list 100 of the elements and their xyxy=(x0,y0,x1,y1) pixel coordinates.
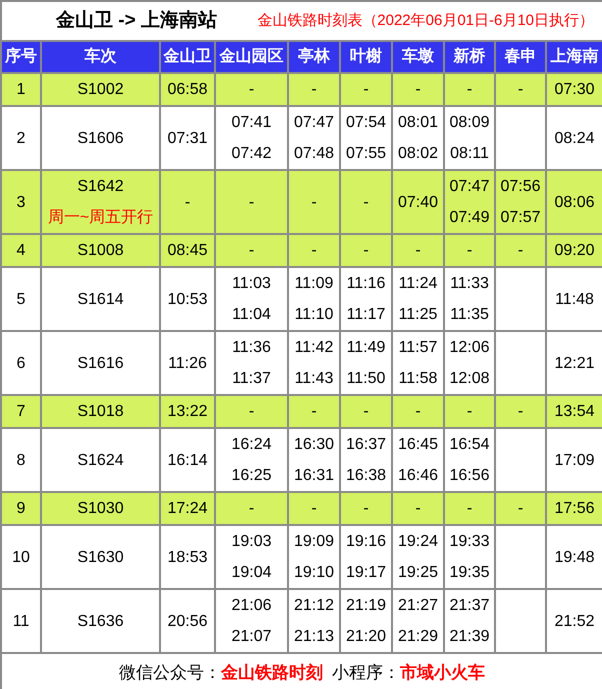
time-text: 18:53 xyxy=(167,548,208,568)
time-text: 16:30 xyxy=(294,435,334,455)
time-text: 07:57 xyxy=(500,208,541,228)
time-text: 08:11 xyxy=(450,144,489,164)
time-text: 11:58 xyxy=(398,369,438,389)
time-text: 21:13 xyxy=(294,627,334,647)
time-text: 16:54 xyxy=(449,435,490,455)
time-text: - xyxy=(415,402,421,422)
time-text: 11:33 xyxy=(450,274,489,294)
train-number: S1002 xyxy=(77,80,124,100)
timetable-subtitle: 金山铁路时刻表（2022年06月01日-6月10日执行） xyxy=(257,10,594,31)
time-text: - xyxy=(415,499,421,519)
time-text: - xyxy=(248,80,254,100)
time-text: 08:02 xyxy=(398,144,438,164)
time-text: 07:30 xyxy=(554,80,595,100)
train-number: S1642 xyxy=(77,177,124,197)
time-text: - xyxy=(363,241,369,261)
time-text: 09:20 xyxy=(554,241,595,261)
table-cell: 11 xyxy=(1,589,41,653)
time-text: 19:33 xyxy=(449,532,490,552)
time-text: - xyxy=(466,241,472,261)
time-text: - xyxy=(518,80,524,100)
time-text: 11:57 xyxy=(398,338,438,358)
time-text: 07:54 xyxy=(346,113,386,133)
time-text: 11:04 xyxy=(232,305,271,325)
train-number: S1630 xyxy=(77,548,124,568)
time-text: 11:17 xyxy=(346,305,386,325)
time-text: 11:49 xyxy=(346,338,386,358)
time-text: 07:31 xyxy=(167,128,208,148)
time-text: - xyxy=(363,192,369,212)
time-text: 11:35 xyxy=(450,305,489,325)
time-text: 07:41 xyxy=(231,113,272,133)
time-text: 07:55 xyxy=(346,144,386,164)
time-text: 11:36 xyxy=(232,338,271,358)
train-number: S1018 xyxy=(77,402,124,422)
time-text: - xyxy=(363,80,369,100)
time-text: 07:49 xyxy=(449,208,490,228)
time-text: 07:47 xyxy=(449,177,490,197)
time-text: 16:31 xyxy=(294,466,334,486)
train-number: S1008 xyxy=(77,241,124,261)
train-number: S1606 xyxy=(77,128,124,148)
time-text: 11:50 xyxy=(346,369,386,389)
time-text: 08:06 xyxy=(554,192,595,212)
time-text: 16:25 xyxy=(231,466,272,486)
time-text: - xyxy=(466,499,472,519)
time-text: 08:24 xyxy=(554,128,595,148)
time-text: - xyxy=(184,192,190,212)
time-text: 21:12 xyxy=(294,596,334,616)
time-text: 21:27 xyxy=(398,596,438,616)
time-text: 07:47 xyxy=(294,113,334,133)
time-text: - xyxy=(518,241,524,261)
time-text: - xyxy=(363,402,369,422)
time-text: 19:09 xyxy=(294,532,334,552)
time-text: 08:45 xyxy=(167,241,208,261)
time-text: - xyxy=(466,402,472,422)
time-text: - xyxy=(311,80,317,100)
time-text: - xyxy=(415,80,421,100)
time-text: - xyxy=(466,80,472,100)
time-text: 07:56 xyxy=(500,177,541,197)
time-text: 19:35 xyxy=(449,563,490,583)
time-text: 21:19 xyxy=(346,596,386,616)
time-text: - xyxy=(311,241,317,261)
time-text: 12:06 xyxy=(449,338,490,358)
time-text: 13:22 xyxy=(167,402,208,422)
time-text: 06:58 xyxy=(167,80,208,100)
time-text: 19:17 xyxy=(346,563,386,583)
time-text: 11:26 xyxy=(168,354,207,374)
time-text: 17:24 xyxy=(167,499,208,519)
time-text: - xyxy=(248,402,254,422)
time-text: 11:48 xyxy=(555,290,594,310)
time-text: - xyxy=(311,402,317,422)
time-text: 16:56 xyxy=(449,466,490,486)
time-text: 19:16 xyxy=(346,532,386,552)
train-number: S1030 xyxy=(77,499,124,519)
time-text: 21:20 xyxy=(346,627,386,647)
time-text: 08:01 xyxy=(398,113,438,133)
time-text: 16:24 xyxy=(231,435,272,455)
time-text: 08:09 xyxy=(449,113,490,133)
train-number: S1636 xyxy=(77,612,124,632)
time-text: 13:54 xyxy=(554,402,595,422)
time-text: 07:48 xyxy=(294,144,334,164)
time-text: - xyxy=(248,241,254,261)
time-text: 11:37 xyxy=(232,369,271,389)
train-number: S1616 xyxy=(77,354,124,374)
time-text: - xyxy=(518,499,524,519)
time-text: 16:46 xyxy=(398,466,438,486)
time-text: 07:40 xyxy=(398,192,438,212)
time-text: 11:43 xyxy=(294,369,334,389)
time-text: 17:56 xyxy=(554,499,595,519)
time-text: 19:03 xyxy=(231,532,272,552)
time-text: 19:48 xyxy=(554,548,595,568)
time-text: 16:14 xyxy=(167,450,208,470)
time-text: 11:16 xyxy=(346,274,386,294)
time-text: 12:21 xyxy=(554,354,595,374)
time-text: 16:38 xyxy=(346,466,386,486)
time-text: 11:03 xyxy=(232,274,271,294)
time-text: 16:37 xyxy=(346,435,386,455)
time-text: 16:45 xyxy=(398,435,438,455)
train-number: S1614 xyxy=(77,290,124,310)
time-text: - xyxy=(518,402,524,422)
